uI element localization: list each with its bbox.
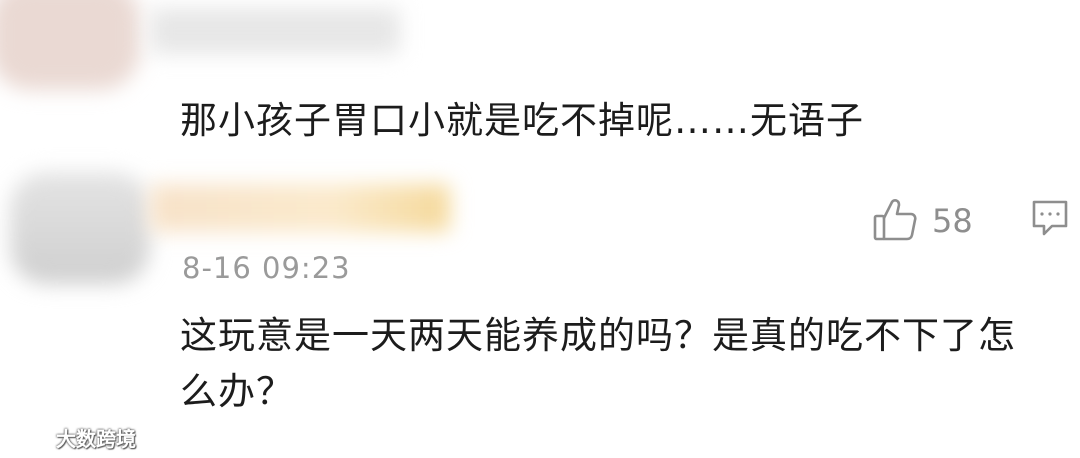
watermark-text: 大数跨境 — [56, 427, 136, 451]
reply-comment-text: 那小孩子胃口小就是吃不掉呢……无语子 — [180, 99, 864, 142]
username-reply-blurred[interactable] — [150, 8, 400, 54]
thumbs-up-icon[interactable] — [872, 196, 918, 246]
watermark-logo-icon — [8, 420, 52, 455]
comment-text: 这玩意是一天两天能养成的吗？是真的吃不下了怎么办？ — [180, 314, 1016, 413]
username-commenter-blurred[interactable] — [150, 184, 450, 232]
comment-icon[interactable] — [1030, 200, 1070, 242]
like-count: 58 — [932, 202, 973, 240]
reply-button[interactable] — [1030, 198, 1070, 242]
avatar-reply-blurred[interactable] — [0, 0, 140, 90]
like-button[interactable]: 58 — [872, 196, 973, 246]
avatar-commenter-blurred[interactable] — [10, 172, 150, 284]
watermark: 大数跨境 — [8, 420, 136, 455]
comment-timestamp: 8-16 09:23 — [182, 251, 351, 285]
